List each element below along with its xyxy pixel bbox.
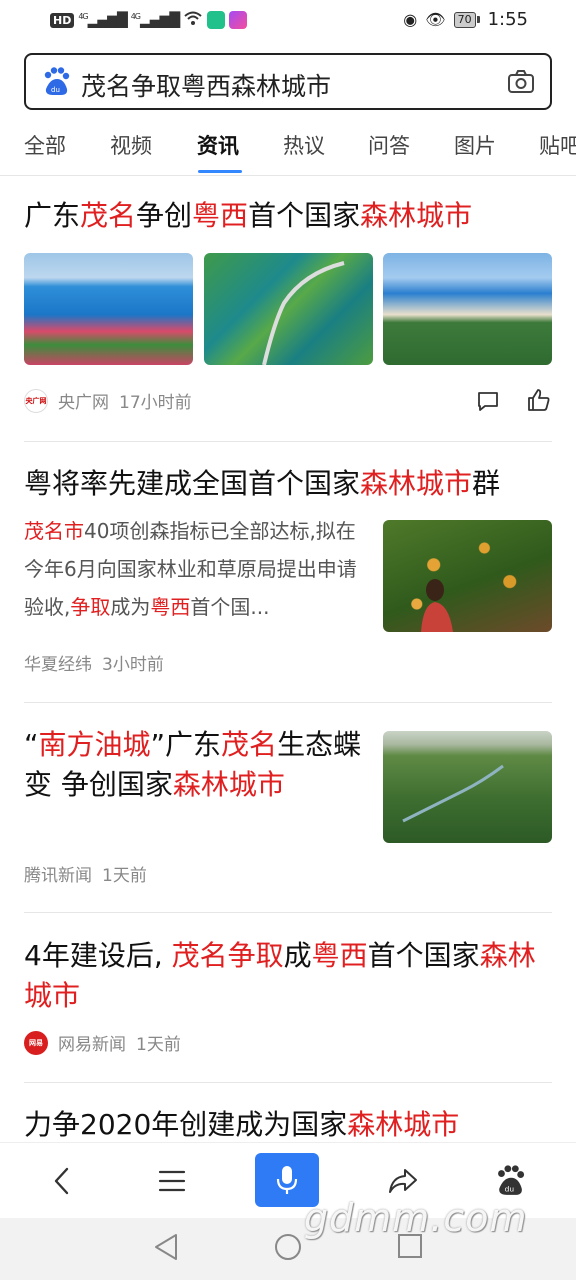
boardwalk-graphic <box>262 261 345 365</box>
system-back-icon[interactable] <box>152 1232 180 1262</box>
share-icon <box>389 1169 417 1193</box>
camera-icon[interactable] <box>508 70 534 94</box>
clock: 1:55 <box>487 9 528 30</box>
person-graphic <box>421 579 453 632</box>
divider <box>24 912 552 913</box>
app-notification-icon <box>229 11 248 29</box>
article-title[interactable]: “南方油城”广东茂名生态蝶变 争创国家森林城市 <box>24 725 364 805</box>
menu-button[interactable] <box>142 1155 202 1207</box>
article-title[interactable]: 力争2020年创建成为国家森林城市 <box>24 1105 552 1145</box>
article-time: 1天前 <box>102 866 147 886</box>
news-card[interactable]: “南方油城”广东茂名生态蝶变 争创国家森林城市 <box>24 725 364 805</box>
article-title[interactable]: 广东茂名争创粤西首个国家森林城市 <box>24 196 552 236</box>
eye-comfort-icon: 👁 <box>425 10 446 29</box>
news-card[interactable]: 4年建设后, 茂名争取成粤西首个国家森林城市 <box>24 936 552 1016</box>
article-image[interactable] <box>383 731 552 843</box>
app-notification-icon <box>207 11 226 29</box>
wifi-icon <box>183 10 203 30</box>
tab-tieba[interactable]: 贴吧 <box>539 130 576 160</box>
article-image[interactable] <box>24 253 193 365</box>
article-image[interactable] <box>383 520 552 632</box>
svg-text:du: du <box>51 86 60 94</box>
article-source: 华夏经纬 <box>24 655 92 675</box>
article-source: 腾讯新闻 <box>24 866 92 886</box>
source-logo: 网易 <box>24 1030 48 1055</box>
article-meta: 腾讯新闻 1天前 <box>24 861 147 886</box>
article-meta: 网易 网易新闻 1天前 <box>24 1030 181 1055</box>
back-button[interactable] <box>32 1155 92 1207</box>
search-box[interactable]: du 茂名争取粤西森林城市 <box>24 53 552 110</box>
battery-icon: 70 <box>453 11 480 28</box>
back-icon <box>54 1167 69 1195</box>
tab-all[interactable]: 全部 <box>24 130 66 160</box>
article-time: 3小时前 <box>102 655 164 675</box>
article-image[interactable] <box>204 253 373 365</box>
divider <box>24 1082 552 1083</box>
article-source: 央广网 <box>58 393 109 413</box>
tab-news[interactable]: 资讯 <box>197 130 239 160</box>
article-title[interactable]: 粤将率先建成全国首个国家森林城市群 <box>24 464 552 504</box>
system-home-icon[interactable] <box>273 1232 303 1262</box>
search-input[interactable]: 茂名争取粤西森林城市 <box>81 67 331 103</box>
divider <box>24 441 552 442</box>
like-icon[interactable] <box>527 387 551 413</box>
status-bar: HD 4G▂▄▆█ 4G▂▄▆█ ◉ 👁 70 1:55 <box>0 0 576 42</box>
article-snippet[interactable]: 茂名市40项创森指标已全部达标,拟在今年6月向国家林业和草原局提出申请验收,争取… <box>24 512 370 626</box>
baidu-paw-icon: du <box>44 67 70 95</box>
baidu-paw-icon: du <box>498 1165 525 1195</box>
article-image[interactable] <box>383 253 552 365</box>
article-source: 网易新闻 <box>58 1035 126 1055</box>
mic-icon <box>276 1166 298 1194</box>
article-meta: 华夏经纬 3小时前 <box>24 650 164 675</box>
nfc-icon: ◉ <box>403 10 418 29</box>
river-graphic <box>402 764 504 823</box>
article-time: 17小时前 <box>119 393 192 413</box>
article-meta: 央广网 央广网 17小时前 <box>24 388 192 413</box>
tab-qa[interactable]: 问答 <box>368 130 410 160</box>
news-card[interactable]: 广东茂名争创粤西首个国家森林城市 <box>24 196 552 236</box>
article-title[interactable]: 4年建设后, 茂名争取成粤西首个国家森林城市 <box>24 936 552 1016</box>
news-card[interactable]: 粤将率先建成全国首个国家森林城市群 <box>24 464 552 504</box>
source-logo: 央广网 <box>24 388 48 413</box>
tab-images[interactable]: 图片 <box>454 130 496 160</box>
active-tab-indicator <box>198 170 242 173</box>
comment-icon[interactable] <box>476 389 500 413</box>
divider <box>0 175 576 176</box>
article-time: 1天前 <box>136 1035 181 1055</box>
signal-icon: 4G▂▄▆█ <box>130 11 180 29</box>
category-tabs: 全部 视频 资讯 热议 问答 图片 贴吧 <box>0 120 576 176</box>
signal-icon: 4G▂▄▆█ <box>78 11 127 29</box>
news-card[interactable]: 力争2020年创建成为国家森林城市 <box>24 1105 552 1145</box>
hd-badge: HD <box>50 12 75 28</box>
watermark: gdmm.com <box>304 1196 528 1240</box>
divider <box>24 702 552 703</box>
tab-discussion[interactable]: 热议 <box>283 130 325 160</box>
svg-text:du: du <box>505 1185 515 1194</box>
tab-video[interactable]: 视频 <box>110 130 152 160</box>
menu-icon <box>158 1170 186 1192</box>
